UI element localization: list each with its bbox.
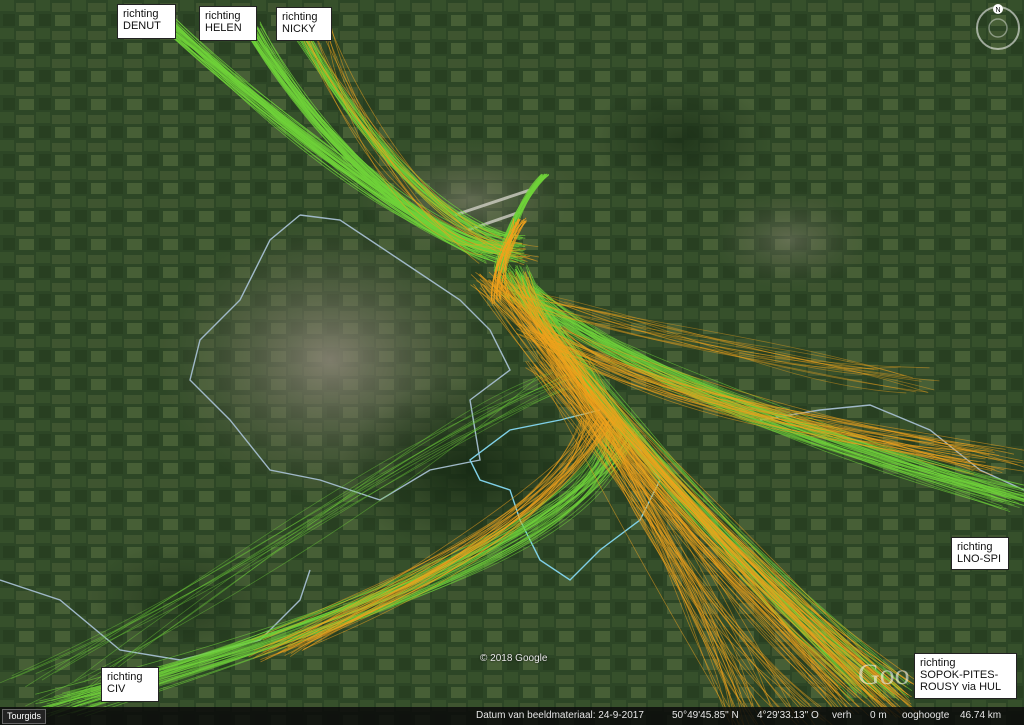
compass-north-letter: N (995, 7, 1000, 14)
status-bar: Datum van beeldmateriaal: 24-9-2017 50°4… (0, 707, 1024, 725)
satellite-map[interactable] (0, 0, 1024, 725)
eye-altitude-label: ooghoogte (902, 710, 950, 721)
latitude-readout: 50°49'45.85" N (672, 710, 739, 721)
elevation-value: 0 m (870, 710, 887, 721)
route-label-civ: richting CIV (101, 667, 159, 702)
route-label-denut: richting DENUT (117, 4, 176, 39)
route-label-lno-spi: richting LNO-SPI (951, 537, 1009, 570)
route-label-nicky: richting NICKY (276, 7, 332, 41)
tour-guide-button[interactable]: Tourgids (2, 709, 47, 724)
imagery-date: Datum van beeldmateriaal: 24-9-2017 (476, 710, 644, 721)
route-label-sopok: richting SOPOK-PITES- ROUSY via HUL (914, 653, 1017, 699)
compass-icon[interactable]: N (974, 4, 1022, 52)
route-label-helen: richting HELEN (199, 6, 257, 41)
eye-altitude-value: 46.74 km (960, 710, 1002, 721)
longitude-readout: 4°29'33.13" O (757, 710, 819, 721)
google-watermark: Goo (858, 658, 910, 691)
forest-area (340, 380, 600, 560)
elevation-label: verh (832, 710, 852, 721)
map-copyright: © 2018 Google (480, 653, 548, 664)
